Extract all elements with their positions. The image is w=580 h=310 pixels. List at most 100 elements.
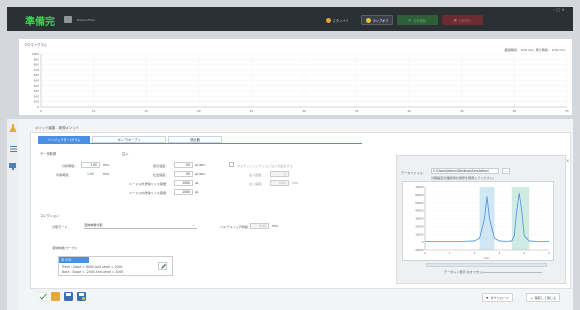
- acquisition-section-label: データ取得: [40, 152, 56, 156]
- data-file-hint: 分取設定の確認用の波形を使用してください。: [431, 176, 496, 180]
- title-bar: 準備完 NeuronFlow スタンバイ ランプオフ ▶ 分析開始 ■ 分析停止: [7, 7, 573, 31]
- chromatogram-y-tick: 400: [34, 84, 40, 88]
- graph-x-tick: 1: [449, 251, 451, 255]
- flask-icon[interactable]: [9, 124, 16, 132]
- standby-icon: [325, 17, 331, 23]
- breadcrumb: メソッド編集 - 新規メソッド: [35, 126, 80, 130]
- offset-select[interactable]: [482, 268, 542, 273]
- chromatogram-x-tick: 10: [92, 109, 96, 113]
- chromatogram-y-tick: 900: [34, 57, 40, 61]
- save-close-label: 保存して閉じる: [534, 296, 557, 300]
- save-as-icon[interactable]: [77, 292, 86, 301]
- chromatogram-y-tick: 700: [34, 68, 40, 72]
- stop-analysis-button[interactable]: ■ 分析停止: [442, 15, 483, 25]
- download-icon: ▼: [486, 295, 489, 300]
- edit-button[interactable]: [158, 262, 167, 270]
- collection-mode-value: 液体体積分取: [84, 223, 103, 227]
- graph-x-tick: 5: [548, 251, 550, 255]
- equilibration-time-unit: min.: [103, 172, 110, 176]
- injection-interval-label: 注入間隔：: [249, 182, 265, 186]
- collection-list[interactable]: ID CH1 Front : Slope = 8000 And Level = …: [58, 256, 173, 276]
- standby-button[interactable]: スタンバイ: [315, 15, 359, 25]
- valve-switch-time-unit: min.: [272, 224, 279, 228]
- status-title: 準備完: [25, 17, 55, 28]
- graph-y-tick: 30000: [415, 217, 424, 221]
- standby-label: スタンバイ: [332, 18, 349, 23]
- graph-scrollbar[interactable]: [426, 263, 547, 267]
- needle-inner-wash-input[interactable]: 1000: [174, 189, 193, 195]
- window-controls[interactable]: – □ ×: [553, 7, 565, 12]
- collection-list-label: 液体体積(ワーク):: [52, 246, 78, 250]
- lamp-off-button[interactable]: ランプオフ: [361, 15, 393, 25]
- check-icon[interactable]: [38, 292, 47, 301]
- chromatogram-x-tick: 45: [460, 109, 464, 113]
- folder-open-icon[interactable]: [51, 292, 60, 301]
- list-icon[interactable]: [10, 146, 17, 152]
- dispense-speed-input[interactable]: 50: [174, 171, 193, 177]
- graph-y-tick: 50000: [415, 201, 424, 205]
- start-analysis-button[interactable]: ▶ 分析開始: [397, 15, 438, 25]
- graph-x-tick: 3: [499, 251, 501, 255]
- needle-inner-wash-unit: µL: [195, 190, 199, 194]
- list-item-selected[interactable]: ID CH1: [59, 257, 89, 263]
- chromatogram-y-tick: 500: [34, 79, 40, 83]
- close-icon[interactable]: ×: [566, 158, 569, 163]
- chromatogram-x-tick: 15: [144, 109, 148, 113]
- app-name: NeuronFlow: [77, 17, 95, 22]
- tab-detector[interactable]: 検出器: [168, 136, 222, 143]
- graph-y-tick: 40000: [415, 209, 424, 213]
- tab-injector-column[interactable]: インジェクター/カラム: [38, 136, 90, 143]
- chromatogram-x-tick: 30: [302, 109, 306, 113]
- chromatogram-x-tick: 55: [565, 109, 569, 113]
- graph-x-unit: min.: [484, 256, 490, 260]
- needle-outer-wash-input[interactable]: 1000: [174, 180, 193, 186]
- collection-mode-select[interactable]: 液体体積分取 ⌄: [84, 223, 197, 229]
- dispense-speed-unit: µL/sec.: [195, 172, 206, 176]
- chromatogram-chart: 100090080070060050040030020010000 10 15 20 2…: [32, 52, 569, 113]
- chromatogram-y-tick: 100: [34, 100, 40, 104]
- injection-count-input[interactable]: 2: [270, 171, 289, 177]
- pencil-icon: [161, 264, 166, 269]
- aspirate-speed-input[interactable]: 50: [174, 162, 193, 168]
- aspirate-speed-unit: µL/sec.: [195, 163, 206, 167]
- lamp-icon: [365, 17, 371, 23]
- collection-mode-label: 分取モード：: [52, 225, 71, 229]
- monitor-icon[interactable]: [9, 163, 16, 170]
- app-icon: [64, 16, 72, 23]
- injection-interval-input[interactable]: 0.01: [270, 180, 289, 186]
- valve-switch-time-label: バルブスイッチ時間：: [220, 225, 251, 229]
- save-icon[interactable]: [64, 292, 73, 301]
- chromatogram-panel: クロマトグラム 経過時間： 0.00 min. 残り時間： 0.00 min. …: [18, 38, 573, 116]
- front-condition: Front : Slope = 8000 And Level = 1000: [62, 265, 123, 269]
- aspirate-speed-label: 吸引速度：: [153, 164, 169, 168]
- start-label: 分析開始: [413, 18, 427, 23]
- preview-chart: 700006000050000400003000020000100000-100…: [414, 185, 550, 260]
- collection-section-label: コレクション: [40, 214, 60, 218]
- browse-button[interactable]: …: [502, 168, 510, 174]
- analysis-time-input[interactable]: 1.00: [81, 162, 100, 168]
- analysis-time-label: 分析時間：: [62, 164, 78, 168]
- valve-switch-time-input[interactable]: 0.00: [250, 223, 269, 229]
- tab-pump-oven[interactable]: ポンプ/オーブン: [92, 136, 166, 143]
- chevron-down-icon: ⌄: [192, 223, 195, 227]
- needle-outer-wash-unit: µL: [195, 181, 199, 185]
- play-icon: ▶: [408, 18, 412, 22]
- lamp-label: ランプオフ: [372, 18, 389, 23]
- needle-outer-wash-label: ニードル外洗浄リンス容量：: [129, 182, 170, 186]
- graph-y-tick: 10000: [415, 232, 424, 236]
- chromatogram-y-tick: 600: [34, 73, 40, 77]
- download-button[interactable]: ▼ ダウンロード: [482, 293, 513, 302]
- chromatogram-x-tick: 40: [407, 109, 411, 113]
- back-condition: Back : Slope = -2000 And Level = 1000: [62, 270, 124, 274]
- chromatogram-x-tick: 50: [513, 109, 517, 113]
- needle-inner-wash-label: ニードル内洗浄リンス容量：: [129, 191, 170, 195]
- multi-injection-checkbox[interactable]: [229, 162, 234, 167]
- save-close-button[interactable]: ⇥ 保存して閉じる: [526, 293, 561, 302]
- chromatogram-y-tick: 800: [34, 63, 40, 67]
- data-file-path[interactable]: C:\Users\Admin\Desktop\Simulation\: [431, 168, 499, 174]
- graph-y-tick: 60000: [415, 193, 424, 197]
- offset-slider-label: データレイ表示:大オフセット: [444, 270, 486, 274]
- chromatogram-y-tick: 1000: [32, 52, 39, 56]
- stop-icon: ■: [453, 18, 457, 22]
- graph-y-tick: 70000: [415, 185, 424, 189]
